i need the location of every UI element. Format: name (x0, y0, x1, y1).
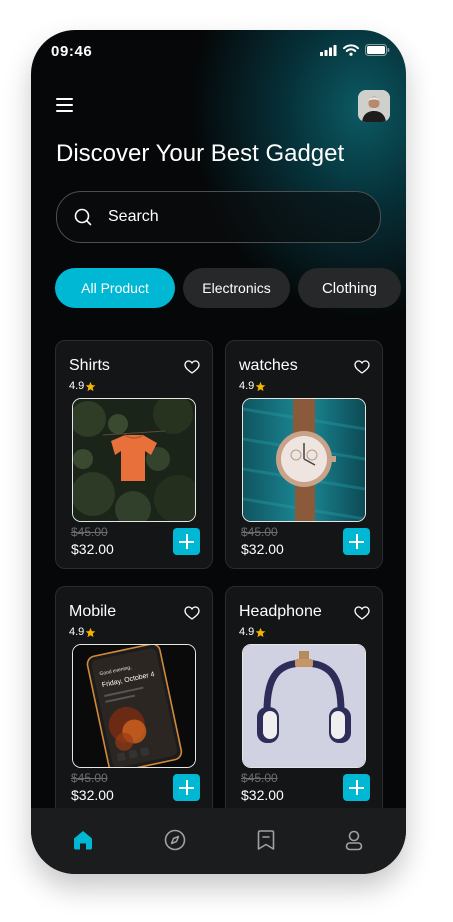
product-image-mobile: Good evening, Friday, October 4 (72, 644, 196, 768)
rating-value: 4.9 (239, 626, 255, 638)
chip-clothing[interactable]: Clothing (298, 268, 401, 308)
bottom-nav (31, 808, 406, 874)
status-time: 09:46 (51, 43, 93, 60)
add-to-cart-button[interactable] (343, 774, 370, 801)
star-icon (255, 381, 266, 391)
chip-all-product[interactable]: All Product (55, 268, 175, 308)
heart-icon[interactable] (184, 606, 200, 620)
category-chips: All Product Electronics Clothing (31, 268, 406, 308)
compass-icon[interactable] (163, 828, 187, 852)
price: $32.00 (241, 541, 284, 557)
product-name: Mobile (69, 603, 117, 620)
product-rating: 4.9 (239, 380, 266, 392)
product-image-watch (242, 398, 366, 522)
price: $32.00 (71, 787, 114, 803)
product-card-mobile[interactable]: Mobile 4.9 Good evening, Friday, October… (55, 586, 213, 828)
old-price: $45.00 (241, 525, 278, 539)
product-card-watches[interactable]: watches 4.9 $45.00 $32.00 (225, 340, 383, 569)
old-price: $45.00 (71, 525, 108, 539)
battery-icon (365, 44, 390, 56)
rating-value: 4.9 (239, 380, 255, 392)
star-icon (255, 627, 266, 637)
profile-icon[interactable] (342, 828, 366, 852)
page-title: Discover Your Best Gadget (56, 140, 345, 167)
phone-screen: 09:46 Discover Your Best Gadget Search A… (31, 30, 406, 874)
price: $32.00 (241, 787, 284, 803)
old-price: $45.00 (241, 771, 278, 785)
bookmark-icon[interactable] (254, 828, 278, 852)
search-icon (74, 208, 92, 226)
product-rating: 4.9 (239, 626, 266, 638)
heart-icon[interactable] (184, 360, 200, 374)
avatar[interactable] (358, 90, 390, 122)
add-to-cart-button[interactable] (173, 774, 200, 801)
heart-icon[interactable] (354, 606, 370, 620)
search-input[interactable]: Search (56, 191, 381, 243)
product-card-shirts[interactable]: Shirts 4.9 $45.00 $32.00 (55, 340, 213, 569)
product-image-shirt (72, 398, 196, 522)
search-label: Search (108, 208, 159, 225)
add-to-cart-button[interactable] (343, 528, 370, 555)
product-name: watches (239, 357, 298, 374)
chip-electronics[interactable]: Electronics (183, 268, 290, 308)
star-icon (85, 627, 96, 637)
rating-value: 4.9 (69, 380, 85, 392)
product-rating: 4.9 (69, 380, 96, 392)
heart-icon[interactable] (354, 360, 370, 374)
status-icons (320, 44, 390, 56)
rating-value: 4.9 (69, 626, 85, 638)
add-to-cart-button[interactable] (173, 528, 200, 555)
star-icon (85, 381, 96, 391)
signal-icon (320, 44, 337, 56)
product-rating: 4.9 (69, 626, 96, 638)
menu-icon[interactable] (56, 98, 74, 112)
old-price: $45.00 (71, 771, 108, 785)
product-image-headphone (242, 644, 366, 768)
home-icon[interactable] (71, 828, 95, 852)
product-name: Shirts (69, 357, 110, 374)
wifi-icon (343, 44, 359, 56)
product-card-headphone[interactable]: Headphone 4.9 $45.00 $32.00 (225, 586, 383, 828)
price: $32.00 (71, 541, 114, 557)
product-name: Headphone (239, 603, 322, 620)
